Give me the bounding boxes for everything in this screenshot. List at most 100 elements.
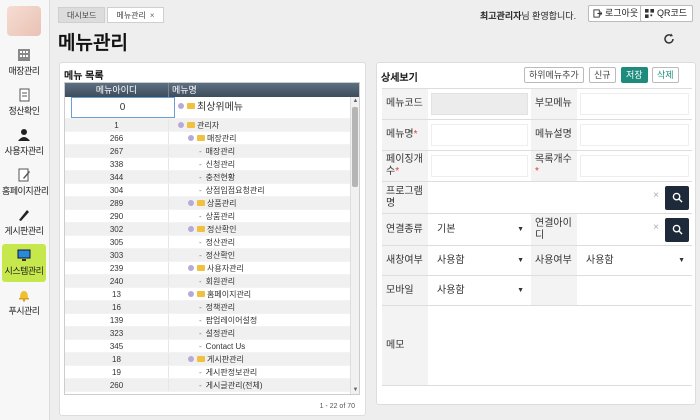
table-row[interactable]: 323- 설정관리 — [65, 327, 359, 340]
qr-code-button[interactable]: QR코드 — [640, 5, 694, 22]
logout-button[interactable]: 로그아웃 — [588, 5, 645, 22]
expand-icon[interactable] — [188, 355, 194, 362]
expand-icon[interactable] — [188, 225, 194, 232]
menu-desc-field[interactable] — [580, 124, 689, 146]
vertical-scrollbar[interactable]: ▲ ▼ — [350, 97, 359, 394]
folder-icon — [197, 225, 205, 232]
table-row[interactable]: 302 정산확인 — [65, 223, 359, 236]
user-icon — [18, 129, 30, 141]
qr-label: QR코드 — [657, 8, 688, 18]
scroll-thumb[interactable] — [352, 107, 358, 187]
leaf-marker: - — [199, 238, 202, 247]
table-row[interactable]: 18 게시판관리 — [65, 353, 359, 366]
expand-icon[interactable] — [188, 264, 194, 271]
menu-id-cell: 323 — [65, 327, 169, 339]
table-row[interactable]: 344- 충전현황 — [65, 171, 359, 184]
menu-id-cell: 0 — [71, 97, 175, 118]
search-icon — [672, 224, 683, 235]
tab-menu-management[interactable]: 메뉴관리 × — [107, 7, 164, 23]
clear-icon[interactable]: × — [653, 214, 659, 242]
menu-id-cell: 303 — [65, 249, 169, 261]
table-row[interactable]: 290- 상품관리 — [65, 210, 359, 223]
table-row[interactable]: 260- 게시글관리(전체) — [65, 379, 359, 392]
sidebar-item-push[interactable]: 푸시관리 — [2, 284, 46, 322]
scroll-down-icon[interactable]: ▼ — [352, 387, 359, 394]
refresh-icon[interactable] — [662, 32, 676, 46]
table-row[interactable]: 0 최상위메뉴 — [65, 97, 359, 119]
menu-name-text: 홈페이지관리 — [207, 290, 252, 299]
expand-icon[interactable] — [178, 103, 184, 110]
column-header-menu-id[interactable]: 메뉴아이디 — [65, 83, 169, 97]
leaf-marker: - — [199, 329, 202, 338]
sidebar-item-settlement[interactable]: 정산확인 — [2, 84, 46, 122]
add-submenu-button[interactable]: 하위메뉴추가 — [524, 67, 584, 83]
parent-menu-label: 부모메뉴 — [531, 89, 577, 119]
expand-icon[interactable] — [178, 121, 184, 128]
table-row[interactable]: 345- Contact Us — [65, 340, 359, 353]
menu-id-cell: 289 — [65, 197, 169, 209]
logout-icon — [593, 9, 602, 18]
menu-name-cell: - Contact Us — [169, 340, 359, 352]
avatar[interactable] — [7, 6, 41, 36]
table-row[interactable]: 239 사용자관리 — [65, 262, 359, 275]
table-row[interactable]: 19- 게시판정보관리 — [65, 366, 359, 379]
delete-button[interactable]: 삭제 — [652, 67, 679, 83]
mobile-select[interactable]: 사용함 ▼ — [431, 280, 528, 302]
expand-icon[interactable] — [188, 134, 194, 141]
sidebar-item-label: 정산확인 — [8, 106, 40, 116]
table-row[interactable]: 13 홈페이지관리 — [65, 288, 359, 301]
detail-form: 메뉴코드 부모메뉴 메뉴명 * 메뉴설명 페이징개수* 목록개수* 프로그램명 × — [382, 88, 692, 386]
menu-name-field[interactable] — [431, 124, 528, 146]
menu-name-text: 사용자관리 — [207, 264, 244, 273]
expand-icon[interactable] — [188, 199, 194, 206]
column-header-menu-name[interactable]: 메뉴명 — [169, 83, 359, 97]
menu-name-cell: 관리자 — [169, 119, 359, 131]
save-button[interactable]: 저장 — [621, 67, 648, 83]
table-row[interactable]: 1 관리자 — [65, 119, 359, 132]
menu-id-cell: 139 — [65, 314, 169, 326]
link-type-select[interactable]: 기본 ▼ — [431, 219, 528, 241]
memo-field[interactable] — [431, 309, 689, 382]
table-row[interactable]: 267- 매장관리 — [65, 145, 359, 158]
expand-icon[interactable] — [188, 290, 194, 297]
use-yn-select[interactable]: 사용함 ▼ — [580, 250, 689, 272]
sidebar-item-store[interactable]: 매장관리 — [2, 44, 46, 82]
table-row[interactable]: 304- 상점입점요청관리 — [65, 184, 359, 197]
table-row[interactable]: 139- 팝업레이어설정 — [65, 314, 359, 327]
program-search-button[interactable] — [665, 185, 689, 210]
new-button[interactable]: 신규 — [589, 67, 616, 83]
menu-id-cell: 304 — [65, 184, 169, 196]
grid-header: 메뉴아이디 메뉴명 — [65, 83, 359, 97]
chevron-down-icon: ▼ — [517, 225, 524, 233]
menu-name-cell: - 상점입점요청관리 — [169, 184, 359, 196]
sidebar-item-board[interactable]: 게시판관리 — [2, 204, 46, 242]
scroll-up-icon[interactable]: ▲ — [352, 98, 359, 105]
menu-name-text: 게시판정보관리 — [205, 368, 258, 377]
menu-name-cell: - 정산관리 — [169, 236, 359, 248]
folder-icon — [187, 103, 195, 110]
tab-bar: 대시보드 메뉴관리 × — [58, 7, 166, 23]
table-row[interactable]: 240- 회원관리 — [65, 275, 359, 288]
parent-menu-field[interactable] — [580, 93, 689, 115]
sidebar-item-system[interactable]: 시스템관리 — [2, 244, 46, 282]
close-icon[interactable]: × — [150, 11, 155, 20]
paging-count-field[interactable] — [431, 155, 528, 177]
link-id-field[interactable] — [580, 218, 640, 241]
program-name-label: 프로그램명 — [382, 182, 428, 213]
sidebar-item-users[interactable]: 사용자관리 — [2, 124, 46, 162]
link-search-button[interactable] — [665, 217, 689, 242]
table-row[interactable]: 266 매장관리 — [65, 132, 359, 145]
table-row[interactable]: 16- 정책관리 — [65, 301, 359, 314]
program-name-field[interactable] — [431, 186, 641, 209]
new-window-select[interactable]: 사용함 ▼ — [431, 250, 528, 272]
leaf-marker: - — [199, 303, 202, 312]
sidebar-item-homepage[interactable]: 홈페이지관리 — [2, 164, 49, 202]
table-row[interactable]: 338- 신청관리 — [65, 158, 359, 171]
tab-dashboard[interactable]: 대시보드 — [58, 7, 106, 23]
table-row[interactable]: 303- 정산확인 — [65, 249, 359, 262]
table-row[interactable]: 305- 정산관리 — [65, 236, 359, 249]
list-count-field[interactable] — [580, 155, 689, 177]
menu-name-text: 매장관리 — [205, 147, 236, 156]
clear-icon[interactable]: × — [653, 182, 659, 210]
table-row[interactable]: 289 상품관리 — [65, 197, 359, 210]
